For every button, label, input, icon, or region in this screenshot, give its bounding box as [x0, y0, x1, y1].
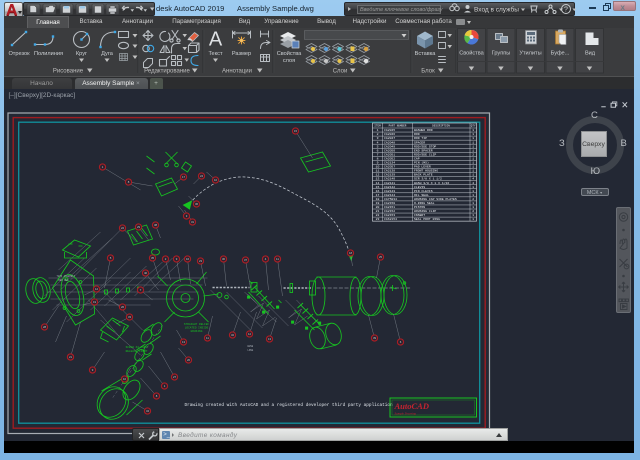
svg-text:Вид: Вид — [584, 50, 595, 56]
svg-text:11: 11 — [206, 336, 209, 340]
svg-text:13: 13 — [267, 337, 271, 341]
svg-text:Drawing created with AutoCAD a: Drawing created with AutoCAD and a regis… — [184, 403, 393, 408]
svg-text:SCREW #2 THRU: SCREW #2 THRU — [125, 346, 147, 349]
svg-text:37: 37 — [243, 258, 247, 262]
svg-text:REF DWG: REF DWG — [58, 279, 69, 282]
svg-text:23: 23 — [375, 217, 379, 221]
svg-text:A: A — [208, 28, 222, 50]
svg-text:32: 32 — [230, 333, 234, 337]
svg-text:Вставка: Вставка — [414, 51, 436, 57]
svg-text:SEAL PROT RING: SEAL PROT RING — [414, 217, 440, 221]
svg-text:12: 12 — [247, 332, 251, 336]
svg-text:11: 11 — [276, 257, 279, 261]
svg-text:Буфе...: Буфе... — [550, 50, 569, 56]
svg-text:10: 10 — [122, 377, 126, 381]
svg-text:Утилиты: Утилиты — [519, 50, 541, 56]
svg-text:28: 28 — [42, 325, 46, 329]
svg-text:27: 27 — [172, 375, 176, 379]
svg-text:Аннотации: Аннотации — [222, 68, 252, 74]
svg-text:Группы: Группы — [491, 50, 510, 56]
svg-text:10: 10 — [213, 178, 217, 182]
svg-text:15: 15 — [293, 129, 297, 133]
svg-text:Редактирование: Редактирование — [144, 68, 190, 74]
svg-text:DESCRIPTION: DESCRIPTION — [432, 125, 450, 128]
svg-text:30: 30 — [221, 257, 225, 261]
svg-text:Полилиния: Полилиния — [33, 51, 62, 57]
svg-text:24: 24 — [199, 174, 203, 178]
svg-text:Слои: Слои — [332, 68, 347, 74]
svg-text:слоя: слоя — [282, 58, 294, 64]
svg-text:35: 35 — [150, 256, 154, 260]
svg-text:17: 17 — [181, 175, 185, 179]
svg-text:23: 23 — [198, 259, 202, 263]
svg-text:38: 38 — [153, 223, 157, 227]
svg-text:40: 40 — [143, 271, 147, 275]
svg-text:?: ? — [564, 7, 568, 14]
svg-text:26: 26 — [120, 305, 124, 309]
svg-text:HOUSING: HOUSING — [190, 330, 202, 333]
svg-text:29: 29 — [136, 225, 140, 229]
svg-text:RELEASE FIRST: RELEASE FIRST — [125, 350, 147, 353]
svg-text:BUSH: BUSH — [247, 345, 253, 348]
svg-text:19: 19 — [92, 300, 96, 304]
svg-text:CA62154: CA62154 — [384, 217, 397, 221]
svg-text:Отрезок: Отрезок — [8, 51, 30, 57]
svg-text:Дуга: Дуга — [101, 51, 114, 57]
svg-text:20: 20 — [186, 358, 190, 362]
svg-text:18: 18 — [348, 251, 352, 255]
svg-text:33: 33 — [127, 315, 131, 319]
svg-text:Текст: Текст — [208, 51, 223, 57]
svg-text:39: 39 — [372, 336, 376, 340]
svg-text:22: 22 — [120, 226, 124, 230]
svg-text:Блок: Блок — [421, 68, 435, 74]
svg-text:13: 13 — [181, 340, 185, 344]
svg-text:12: 12 — [94, 287, 98, 291]
svg-text:Рисование: Рисование — [52, 68, 83, 74]
svg-text:36: 36 — [194, 202, 198, 206]
svg-text:LONG: LONG — [247, 349, 253, 352]
svg-text:31: 31 — [190, 220, 194, 224]
svg-text:Свойства: Свойства — [459, 49, 484, 56]
svg-text:16: 16 — [185, 257, 189, 261]
svg-text:1: 1 — [472, 217, 474, 221]
svg-text:21: 21 — [68, 355, 72, 359]
svg-text:Размер: Размер — [231, 51, 250, 57]
svg-text:Круг: Круг — [75, 51, 86, 57]
svg-text:AutoCAD: AutoCAD — [393, 401, 429, 411]
svg-text:Sample Drawing: Sample Drawing — [394, 412, 416, 416]
svg-text:25: 25 — [378, 255, 382, 259]
svg-text:Вход в службы: Вход в службы — [474, 6, 519, 14]
svg-text:34: 34 — [145, 409, 149, 413]
svg-text:Свойства: Свойства — [276, 50, 301, 57]
svg-text:THIS ASSEMBLY: THIS ASSEMBLY — [56, 275, 75, 278]
